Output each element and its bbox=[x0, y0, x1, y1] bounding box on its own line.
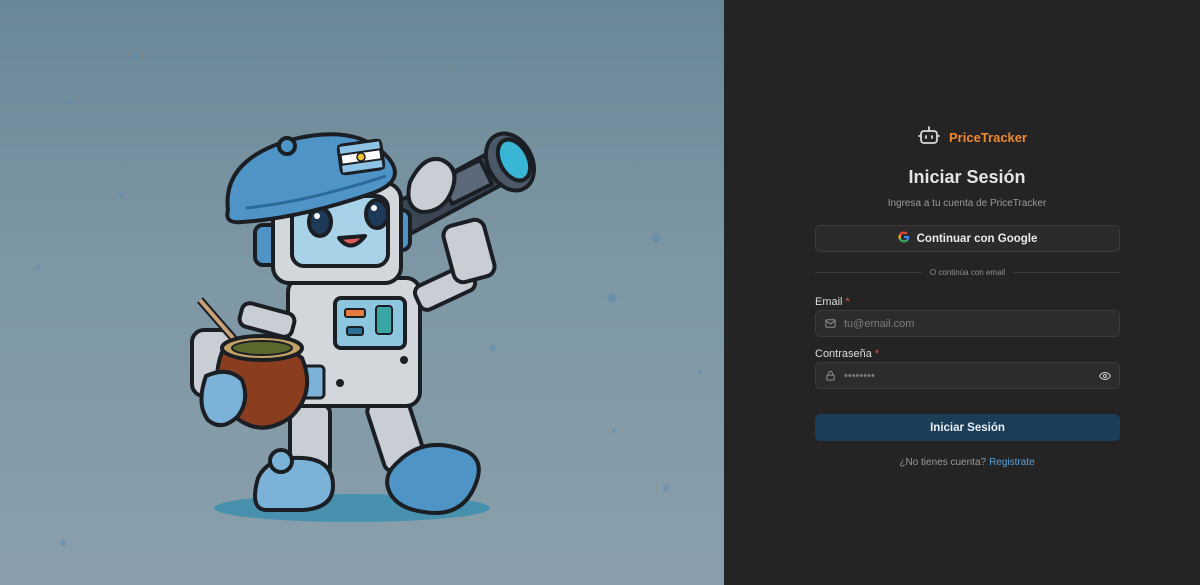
login-panel: PriceTracker Iniciar Sesión Ingresa a tu… bbox=[724, 0, 1200, 585]
register-prompt: ¿No tienes cuenta? Registrate bbox=[724, 457, 1200, 468]
google-signin-button[interactable]: Continuar con Google bbox=[815, 225, 1120, 252]
lock-icon bbox=[824, 370, 836, 382]
brand-name: PriceTracker bbox=[949, 129, 1028, 145]
eye-icon[interactable] bbox=[1099, 370, 1111, 382]
email-field[interactable] bbox=[815, 310, 1120, 337]
google-button-label: Continuar con Google bbox=[916, 232, 1038, 245]
google-icon bbox=[898, 231, 910, 246]
robot-mascot-illustration bbox=[36, 53, 702, 546]
divider-line-right bbox=[1013, 271, 1120, 273]
email-label: Email * bbox=[815, 296, 850, 308]
login-submit-button[interactable]: Iniciar Sesión bbox=[815, 414, 1120, 441]
password-input[interactable] bbox=[844, 369, 1099, 382]
password-label: Contraseña * bbox=[815, 348, 879, 360]
divider-line-left bbox=[815, 271, 922, 273]
hero-illustration-panel bbox=[0, 0, 724, 585]
register-link[interactable]: Registrate bbox=[989, 457, 1035, 468]
email-input[interactable] bbox=[844, 317, 1111, 330]
mail-icon bbox=[824, 318, 836, 330]
email-label-text: Email bbox=[815, 296, 843, 308]
password-label-text: Contraseña bbox=[815, 348, 872, 360]
required-mark: * bbox=[845, 296, 850, 308]
password-field[interactable] bbox=[815, 362, 1120, 389]
page-title: Iniciar Sesión bbox=[908, 167, 1026, 187]
register-prompt-text: ¿No tienes cuenta? bbox=[899, 457, 987, 468]
required-mark: * bbox=[874, 348, 880, 360]
page-subtitle: Ingresa a tu cuenta de PriceTracker bbox=[887, 198, 1047, 209]
divider-text: O continúa con email bbox=[929, 267, 1006, 277]
robot-icon bbox=[918, 124, 940, 151]
brand-logo[interactable]: PriceTracker bbox=[918, 125, 1027, 149]
divider: O continúa con email bbox=[815, 266, 1120, 278]
